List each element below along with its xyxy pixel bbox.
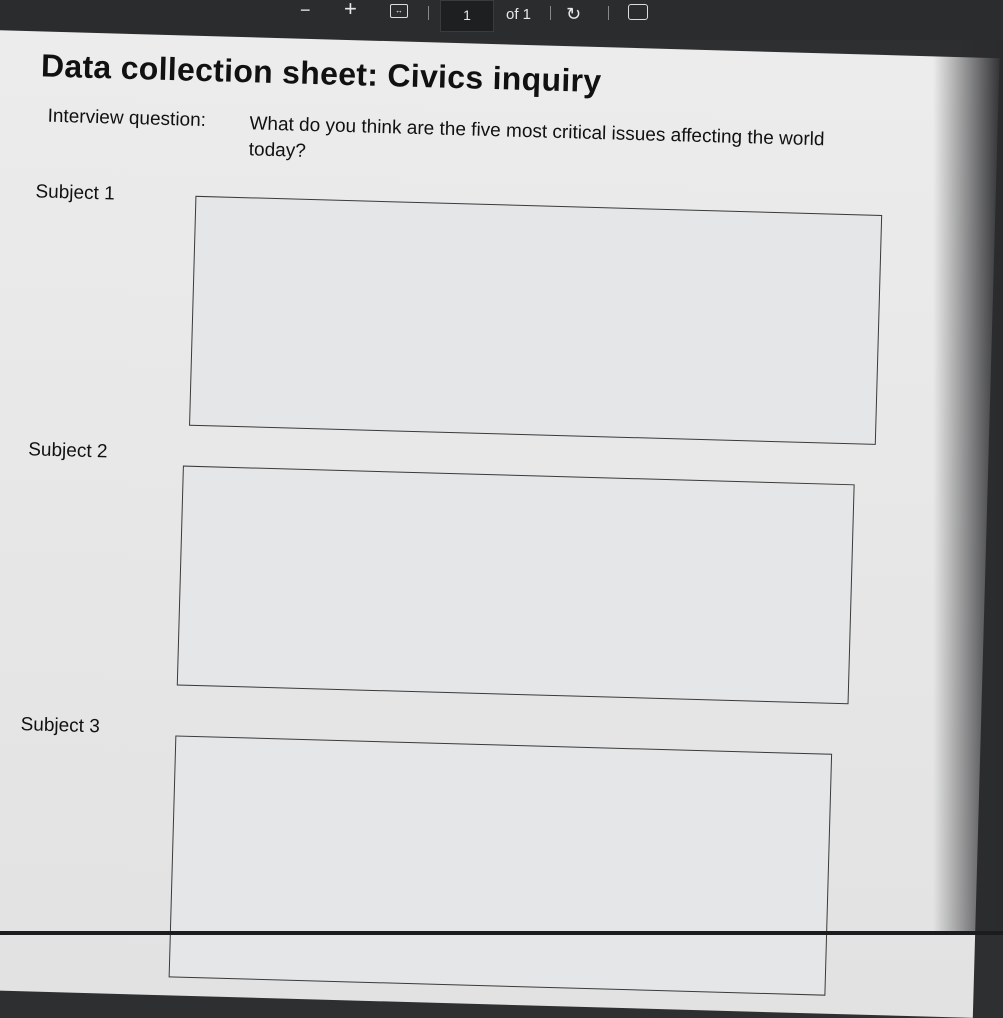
zoom-in-button[interactable]: + — [344, 0, 357, 22]
bottom-edge — [0, 931, 1003, 935]
toolbar-divider — [550, 6, 551, 20]
toolbar-divider — [428, 6, 429, 20]
fit-page-icon[interactable]: ↔ — [390, 4, 408, 18]
subject-3-answer-box[interactable] — [169, 735, 833, 995]
zoom-out-button[interactable]: − — [300, 0, 311, 21]
rotate-icon[interactable]: ↻ — [566, 4, 581, 25]
document-page: Data collection sheet: Civics inquiry In… — [0, 30, 1000, 1018]
page-title: Data collection sheet: Civics inquiry — [40, 47, 601, 100]
subject-2-label: Subject 2 — [28, 439, 108, 463]
page-number-input[interactable]: 1 — [440, 0, 494, 32]
page-view-icon[interactable] — [628, 4, 648, 20]
question-label: Interview question: — [47, 106, 206, 132]
page-total-label: of 1 — [506, 6, 531, 23]
subject-2-answer-box[interactable] — [177, 466, 855, 705]
subject-3-label: Subject 3 — [20, 714, 100, 738]
subject-1-label: Subject 1 — [35, 181, 115, 205]
subject-1-answer-box[interactable] — [189, 196, 882, 445]
background-shadow — [933, 40, 1003, 935]
question-text: What do you think are the five most crit… — [248, 111, 869, 180]
toolbar-divider — [608, 6, 609, 20]
